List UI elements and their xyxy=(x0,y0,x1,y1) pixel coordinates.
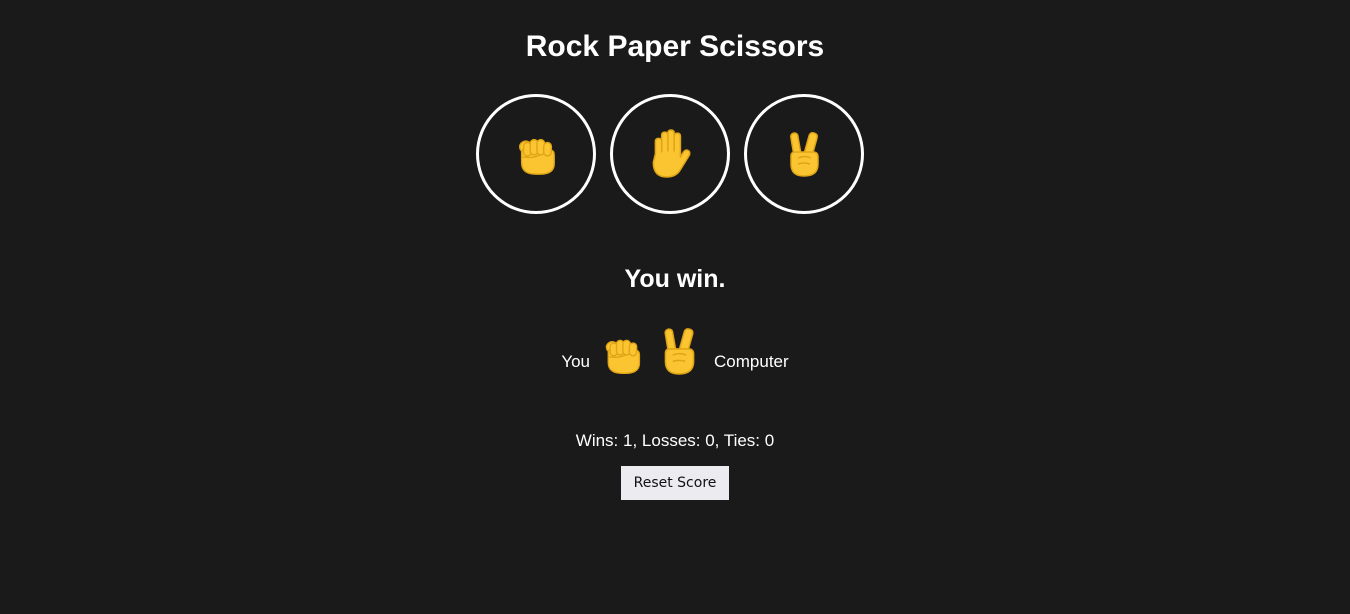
victory-hand-icon xyxy=(780,130,828,178)
rock-button[interactable] xyxy=(476,94,596,214)
player-move xyxy=(600,332,644,376)
game-page: Rock Paper Scissors You win. You Compute… xyxy=(0,0,1350,614)
moves-display: You Computer xyxy=(0,316,1350,376)
raised-fist-icon xyxy=(600,332,644,376)
reset-score-button[interactable]: Reset Score xyxy=(621,466,729,500)
page-title: Rock Paper Scissors xyxy=(525,30,825,63)
score-text: Wins: 1, Losses: 0, Ties: 0 xyxy=(575,431,775,450)
player-label: You xyxy=(561,352,591,371)
raised-fist-icon xyxy=(513,131,559,177)
raised-hand-icon xyxy=(645,129,695,179)
computer-move xyxy=(654,326,704,376)
scissors-button[interactable] xyxy=(744,94,864,214)
result-text: You win. xyxy=(624,265,726,293)
victory-hand-icon xyxy=(654,326,704,376)
choice-buttons xyxy=(476,94,864,214)
paper-button[interactable] xyxy=(610,94,730,214)
computer-label: Computer xyxy=(714,352,789,371)
